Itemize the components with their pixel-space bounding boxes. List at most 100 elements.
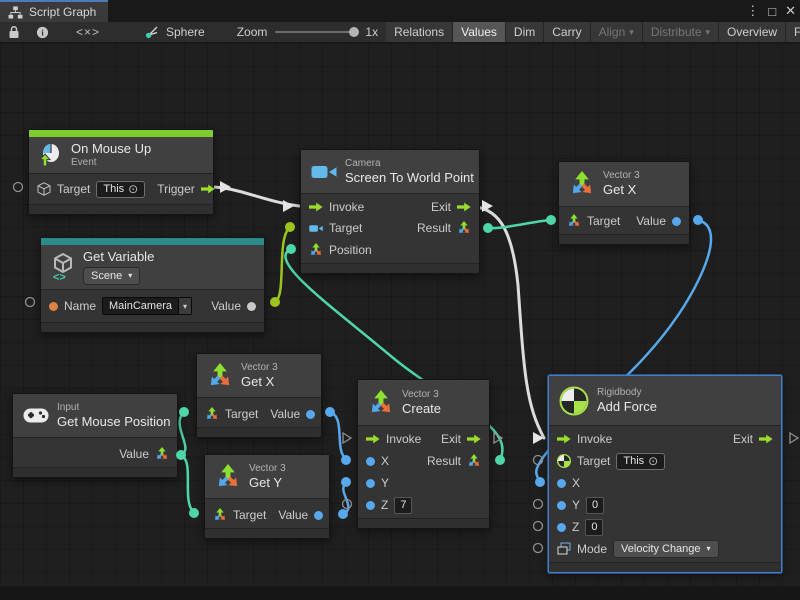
edit-graph-button[interactable]: <×>: [57, 22, 119, 42]
maximize-icon[interactable]: □: [768, 4, 776, 19]
vector3-small-icon[interactable]: [567, 214, 581, 228]
align-button[interactable]: Align▾: [591, 22, 643, 42]
port-y-label[interactable]: Y: [572, 498, 580, 512]
relations-button[interactable]: Relations: [386, 22, 453, 42]
lock-button[interactable]: [0, 22, 28, 42]
port-dot-value[interactable]: [247, 302, 256, 311]
tab-script-graph[interactable]: Script Graph: [0, 0, 108, 22]
node-get-mouse-position[interactable]: Input Get Mouse Position Value: [12, 393, 178, 478]
port-y-label[interactable]: Y: [381, 476, 389, 490]
node-footer: [13, 467, 177, 477]
flow-arrow-icon[interactable]: [457, 202, 471, 212]
zoom-slider[interactable]: [275, 31, 357, 33]
target-field[interactable]: This ⊙: [616, 453, 665, 470]
node-get-x-mid[interactable]: Vector 3 Get X Target Value: [196, 353, 322, 438]
node-get-x-top[interactable]: Vector 3 Get X Target Value: [558, 161, 690, 245]
port-result-label[interactable]: Result: [417, 221, 451, 235]
distribute-button[interactable]: Distribute▾: [643, 22, 719, 42]
port-z-label[interactable]: Z: [381, 498, 388, 512]
port-target-label[interactable]: Target: [57, 182, 90, 196]
port-name-label[interactable]: Name: [64, 299, 96, 313]
node-title: On Mouse Up: [71, 141, 151, 157]
vector3-small-icon[interactable]: [213, 508, 227, 522]
port-exit-label[interactable]: Exit: [431, 200, 451, 214]
port-value-label[interactable]: Value: [119, 447, 149, 461]
graph-breadcrumb[interactable]: Sphere: [137, 22, 213, 42]
variable-scope-dropdown[interactable]: Scene▾: [83, 267, 140, 285]
info-button[interactable]: i: [28, 22, 57, 42]
port-target-label[interactable]: Target: [577, 454, 610, 468]
port-invoke-label[interactable]: Invoke: [329, 200, 364, 214]
flow-arrow-icon[interactable]: [309, 202, 323, 212]
port-dot-x[interactable]: [366, 457, 375, 466]
node-get-variable[interactable]: <> Get Variable Scene▾ Name MainCamera ▾: [40, 237, 265, 333]
port-x-label[interactable]: X: [572, 476, 580, 490]
zoom-slider-handle[interactable]: [349, 27, 359, 37]
port-exit-label[interactable]: Exit: [733, 432, 753, 446]
overview-button[interactable]: Overview: [719, 22, 786, 42]
target-field[interactable]: This ⊙: [96, 181, 145, 198]
port-z-label[interactable]: Z: [572, 520, 579, 534]
port-value-label[interactable]: Value: [270, 407, 300, 421]
windows-mode-icon[interactable]: [557, 542, 571, 556]
z-value-field[interactable]: 0: [585, 519, 603, 536]
port-dot-x[interactable]: [557, 479, 566, 488]
vector3-small-icon[interactable]: [467, 454, 481, 468]
rigidbody-small-icon[interactable]: [557, 454, 571, 468]
port-value-label[interactable]: Value: [278, 508, 308, 522]
node-get-y[interactable]: Vector 3 Get Y Target Value: [204, 454, 330, 539]
mode-dropdown[interactable]: Velocity Change▾: [613, 540, 719, 558]
fullscreen-button[interactable]: Full Screen: [786, 22, 800, 42]
window-menu-icon[interactable]: ⋮: [746, 3, 759, 19]
vector3-small-icon[interactable]: [155, 447, 169, 461]
port-trigger-label[interactable]: Trigger: [157, 182, 195, 196]
values-button[interactable]: Values: [453, 22, 506, 42]
port-result-label[interactable]: Result: [427, 454, 461, 468]
node-add-force[interactable]: Rigidbody Add Force Invoke Exit Target: [548, 375, 782, 573]
node-create-vector3[interactable]: Vector 3 Create Invoke Exit X Result: [357, 379, 490, 529]
port-exit-label[interactable]: Exit: [441, 432, 461, 446]
flow-arrow-icon[interactable]: [759, 434, 773, 444]
node-on-mouse-up[interactable]: On Mouse Up Event Target This ⊙ Trigger: [28, 129, 214, 215]
vector3-small-icon[interactable]: [457, 221, 471, 235]
port-dot-value[interactable]: [314, 511, 323, 520]
variable-name-dropdown[interactable]: MainCamera ▾: [102, 297, 192, 315]
graph-canvas[interactable]: On Mouse Up Event Target This ⊙ Trigger: [0, 43, 800, 586]
flow-arrow-icon[interactable]: [467, 434, 481, 444]
port-position-label[interactable]: Position: [329, 243, 372, 257]
port-invoke-label[interactable]: Invoke: [577, 432, 612, 446]
flow-arrow-icon[interactable]: [557, 434, 571, 444]
vector3-small-icon[interactable]: [205, 407, 219, 421]
port-target-label[interactable]: Target: [233, 508, 266, 522]
flow-arrow-icon[interactable]: [201, 184, 215, 194]
camera-small-icon[interactable]: [309, 224, 323, 233]
carry-button[interactable]: Carry: [544, 22, 590, 42]
port-dot-name[interactable]: [49, 302, 58, 311]
port-dot-value[interactable]: [306, 410, 315, 419]
dim-button[interactable]: Dim: [506, 22, 544, 42]
port-dot-z[interactable]: [557, 523, 566, 532]
z-value-field[interactable]: 7: [394, 497, 412, 514]
port-dot-value[interactable]: [672, 217, 681, 226]
node-title: Get Y: [249, 475, 286, 491]
port-dot-z[interactable]: [366, 501, 375, 510]
object-picker-icon[interactable]: ⊙: [648, 455, 658, 467]
port-mode-label[interactable]: Mode: [577, 542, 607, 556]
close-icon[interactable]: ✕: [785, 3, 796, 19]
vector3-small-icon[interactable]: [309, 243, 323, 257]
port-target-label[interactable]: Target: [329, 221, 362, 235]
port-dot-y[interactable]: [557, 501, 566, 510]
node-screen-to-world-point[interactable]: Camera Screen To World Point Invoke Exit…: [300, 149, 480, 274]
unity-script-graph-window: Script Graph ⋮ □ ✕ i <×> Sphere: [0, 0, 800, 600]
port-target-label[interactable]: Target: [587, 214, 620, 228]
object-picker-icon[interactable]: ⊙: [128, 183, 138, 195]
port-x-label[interactable]: X: [381, 454, 389, 468]
node-footer: [358, 518, 489, 528]
y-value-field[interactable]: 0: [586, 497, 604, 514]
port-dot-y[interactable]: [366, 479, 375, 488]
port-value-label[interactable]: Value: [211, 299, 241, 313]
port-value-label[interactable]: Value: [636, 214, 666, 228]
flow-arrow-icon[interactable]: [366, 434, 380, 444]
port-target-label[interactable]: Target: [225, 407, 258, 421]
port-invoke-label[interactable]: Invoke: [386, 432, 421, 446]
